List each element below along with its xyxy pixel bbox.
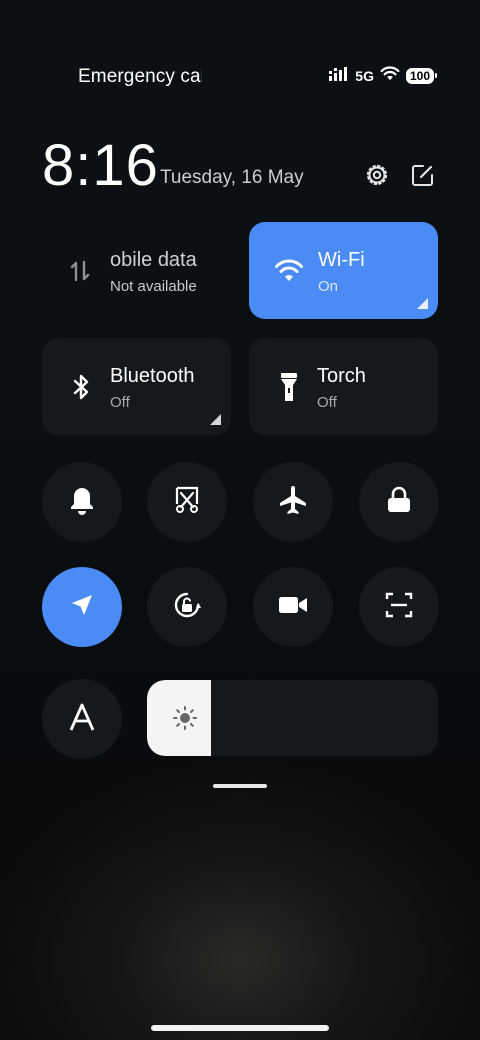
wifi-status-icon bbox=[380, 66, 400, 86]
home-indicator[interactable] bbox=[151, 1025, 329, 1031]
data-arrows-icon bbox=[64, 255, 96, 287]
toggle-rotation-lock[interactable] bbox=[147, 567, 227, 647]
airplane-icon bbox=[278, 485, 308, 520]
toggle-font[interactable] bbox=[42, 679, 122, 759]
status-bar: Emergency calls only 5G 100 bbox=[0, 62, 480, 90]
tile-status: Off bbox=[110, 394, 130, 411]
tile-label: Torch bbox=[317, 365, 366, 387]
date-label: Tuesday, 16 May bbox=[160, 167, 304, 188]
lock-icon bbox=[386, 486, 412, 519]
tile-status: Not available bbox=[110, 278, 197, 295]
sun-icon bbox=[171, 704, 199, 732]
screenshot-icon bbox=[173, 485, 201, 520]
toggle-silent[interactable] bbox=[42, 462, 122, 542]
bell-icon bbox=[68, 485, 96, 520]
gear-icon[interactable] bbox=[362, 160, 392, 190]
edit-icon[interactable] bbox=[408, 160, 438, 190]
font-icon bbox=[68, 702, 96, 737]
toggle-scanner[interactable] bbox=[359, 567, 439, 647]
rotation-lock-icon bbox=[171, 589, 203, 626]
clock: 8:16 bbox=[42, 133, 159, 198]
tile-wifi[interactable]: Wi-Fi On bbox=[249, 222, 438, 319]
location-icon bbox=[69, 592, 95, 623]
signal-icon bbox=[329, 66, 349, 86]
tile-label: Bluetooth bbox=[110, 365, 195, 387]
scan-icon bbox=[385, 591, 413, 624]
tile-status: Off bbox=[317, 394, 337, 411]
battery-indicator: 100 bbox=[405, 68, 438, 84]
toggle-airplane[interactable] bbox=[253, 462, 333, 542]
toggle-screen-recorder[interactable] bbox=[253, 567, 333, 647]
expand-corner-icon[interactable] bbox=[210, 414, 221, 425]
expand-corner-icon[interactable] bbox=[417, 298, 428, 309]
toggle-lock-screen[interactable] bbox=[359, 462, 439, 542]
brightness-slider[interactable] bbox=[147, 680, 438, 756]
video-icon bbox=[278, 594, 308, 621]
bluetooth-icon bbox=[66, 371, 98, 403]
network-type: 5G bbox=[355, 68, 374, 84]
torch-icon bbox=[273, 371, 305, 403]
carrier-label: Emergency calls only bbox=[78, 66, 202, 87]
tile-bluetooth[interactable]: Bluetooth Off bbox=[42, 338, 231, 435]
toggle-location[interactable] bbox=[42, 567, 122, 647]
tile-torch[interactable]: Torch Off bbox=[249, 338, 438, 435]
status-icons: 5G 100 bbox=[329, 66, 438, 86]
wifi-icon bbox=[273, 255, 305, 287]
tile-mobile-data[interactable]: obile data Not available bbox=[42, 222, 231, 319]
tile-label: Wi-Fi bbox=[318, 249, 365, 271]
toggle-screenshot[interactable] bbox=[147, 462, 227, 542]
tile-label: obile data bbox=[110, 249, 197, 271]
tile-status: On bbox=[318, 278, 339, 295]
panel-drag-handle[interactable] bbox=[213, 784, 267, 788]
